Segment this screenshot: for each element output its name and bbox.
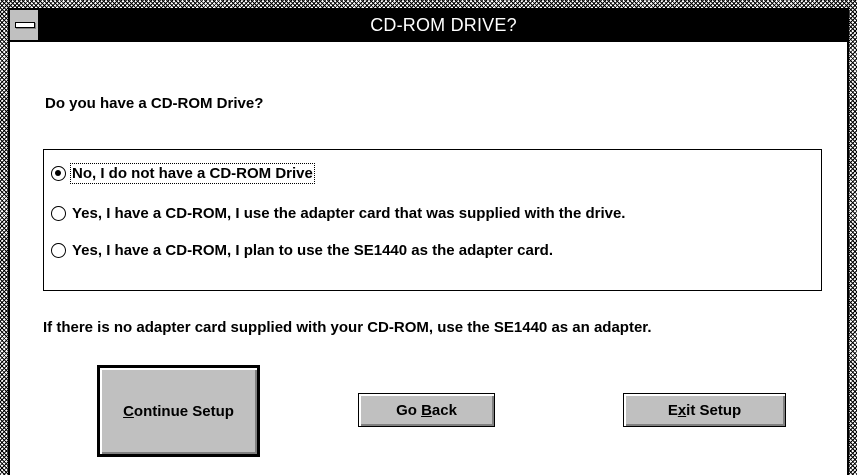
continue-setup-label: Continue Setup [123, 402, 234, 420]
option-label: Yes, I have a CD-ROM, I plan to use the … [72, 241, 554, 259]
exit-setup-label: Exit Setup [667, 401, 742, 419]
radio-unchecked-icon[interactable] [51, 205, 66, 221]
exit-setup-button[interactable]: Exit Setup [623, 393, 786, 427]
radio-unchecked-icon[interactable] [51, 242, 66, 258]
radio-checked-icon[interactable] [51, 165, 66, 181]
window-title: CD-ROM DRIVE? [370, 15, 517, 35]
option-own-adapter[interactable]: Yes, I have a CD-ROM, I use the adapter … [51, 203, 625, 223]
continue-setup-button[interactable]: Continue Setup [97, 365, 260, 457]
go-back-button[interactable]: Go Back [358, 393, 495, 427]
go-back-label: Go Back [396, 401, 457, 419]
adapter-note: If there is no adapter card supplied wit… [43, 319, 652, 336]
option-label: Yes, I have a CD-ROM, I use the adapter … [72, 204, 626, 222]
title-bar[interactable]: CD-ROM DRIVE? [10, 10, 847, 42]
cdrom-dialog-window: CD-ROM DRIVE? Do you have a CD-ROM Drive… [8, 8, 849, 475]
question-label: Do you have a CD-ROM Drive? [45, 95, 264, 112]
system-menu-button[interactable] [10, 10, 40, 40]
option-se1440-adapter[interactable]: Yes, I have a CD-ROM, I plan to use the … [51, 240, 553, 260]
option-no-cdrom[interactable]: No, I do not have a CD-ROM Drive [51, 162, 315, 184]
system-menu-icon [15, 22, 35, 28]
option-label: No, I do not have a CD-ROM Drive [70, 162, 315, 184]
